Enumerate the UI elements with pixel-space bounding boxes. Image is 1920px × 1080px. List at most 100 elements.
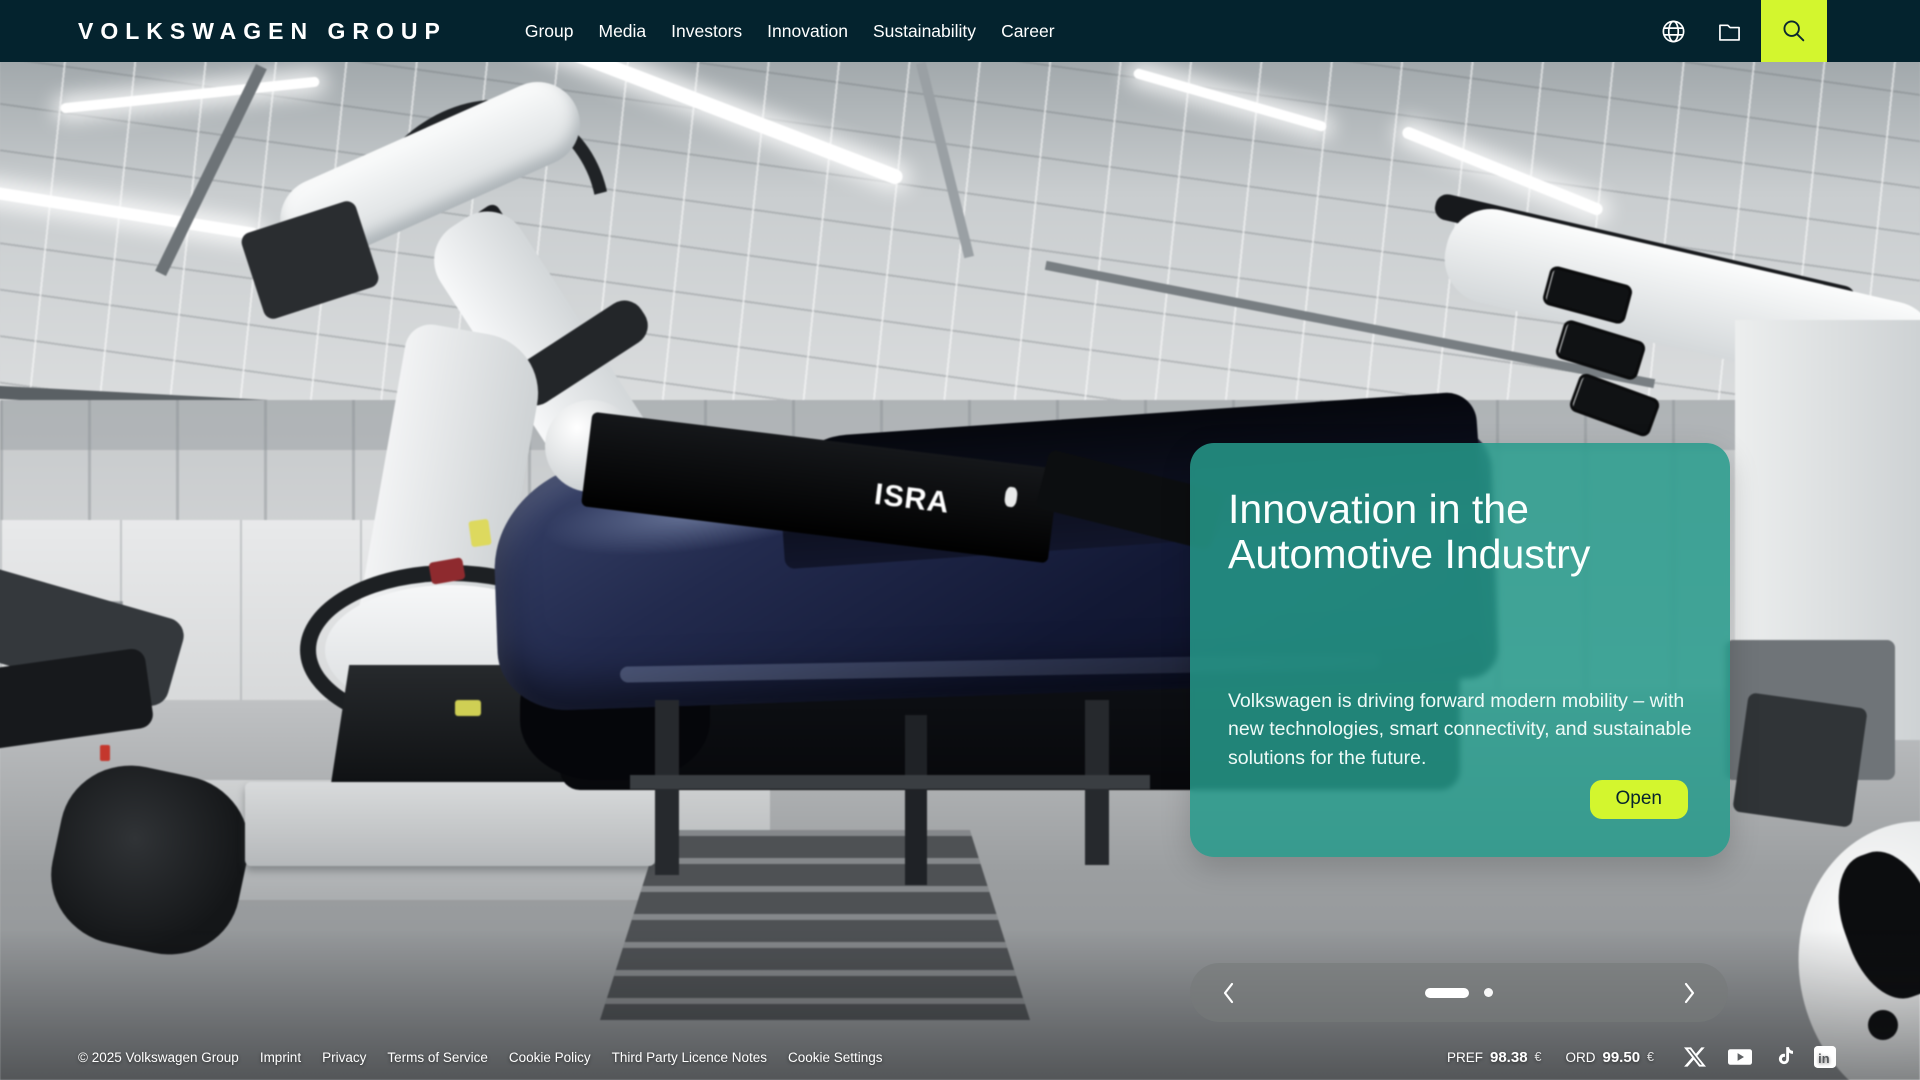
red-clamp [428, 557, 465, 585]
robot-right-arm [1436, 200, 1920, 405]
chevron-left-icon [1219, 981, 1239, 1005]
indicator-lamp [100, 745, 110, 761]
robot-left-rail [473, 202, 724, 568]
top-navigation-bar: VOLKSWAGEN GROUP Group Media Investors I… [0, 0, 1920, 62]
nav-item-media[interactable]: Media [599, 21, 647, 42]
globe-icon [1660, 18, 1687, 45]
carousel-next-button[interactable] [1674, 978, 1704, 1008]
robot-platform [130, 780, 770, 900]
ord-value: 99.50 [1603, 1049, 1641, 1066]
social-links: in [1684, 1046, 1836, 1068]
robot-base-drum [325, 585, 575, 715]
pref-currency: € [1535, 1050, 1542, 1064]
isra-sensor-unit: ISRA [581, 412, 1059, 564]
search-button[interactable] [1761, 0, 1827, 62]
main-nav: Group Media Investors Innovation Sustain… [525, 21, 1055, 42]
ceiling-light-strip [1132, 68, 1327, 133]
footer-right: PREF 98.38 € ORD 99.50 € i [1447, 1046, 1836, 1068]
nav-item-investors[interactable]: Investors [671, 21, 742, 42]
robot-base-cone [330, 665, 570, 790]
robot-base-plinth [245, 782, 655, 866]
robot-right-paddle [1541, 265, 1633, 326]
stock-ticker-pref[interactable]: PREF 98.38 € [1447, 1049, 1542, 1066]
footer-bar: © 2025 Volkswagen Group Imprint Privacy … [0, 1034, 1920, 1080]
robot-left-band [505, 293, 656, 413]
foreground-machine [0, 647, 155, 753]
footer-link-terms[interactable]: Terms of Service [387, 1050, 488, 1065]
wall-marking: 07 [78, 592, 125, 640]
robot-left-forearm [419, 196, 717, 584]
header-actions [1649, 0, 1827, 62]
isra-equipment-label: ISRA [873, 477, 952, 520]
ceiling-light-strip [0, 182, 259, 241]
robot-left-mast [352, 320, 547, 669]
lift-post [1085, 700, 1109, 865]
chevron-right-icon [1679, 981, 1699, 1005]
pref-label: PREF [1447, 1050, 1483, 1065]
right-wall-panel [1735, 320, 1920, 740]
search-icon [1780, 17, 1808, 45]
foreground-machine [0, 560, 188, 710]
robot-left-head [239, 199, 381, 322]
svg-text:in: in [1818, 1051, 1830, 1066]
robot-left-upper-arm [267, 69, 594, 276]
red-clamp [518, 622, 552, 648]
ceiling-beam [155, 64, 267, 276]
robot-right-paddle [1554, 318, 1647, 381]
conveyor-track [600, 830, 1030, 1020]
x-twitter-icon[interactable] [1684, 1046, 1706, 1068]
nav-item-innovation[interactable]: Innovation [767, 21, 848, 42]
lift-post [655, 700, 679, 875]
ceiling [0, 0, 1920, 430]
stock-ticker-ord[interactable]: ORD 99.50 € [1566, 1049, 1655, 1066]
machinery-block [1732, 692, 1868, 828]
footer-link-cookie-policy[interactable]: Cookie Policy [509, 1050, 591, 1065]
language-button[interactable] [1649, 0, 1697, 62]
lift-post [905, 715, 927, 885]
cable-bundle [38, 752, 261, 968]
linkedin-icon[interactable]: in [1814, 1046, 1836, 1068]
youtube-icon[interactable] [1727, 1047, 1753, 1067]
robot-cable-arc [299, 52, 661, 428]
ceiling-light-strip [60, 76, 320, 113]
slide-title: Innovation in the Automotive Industry [1228, 487, 1692, 577]
tiktok-icon[interactable] [1774, 1047, 1793, 1068]
car-wheel-arch [520, 630, 710, 780]
machinery-block [1725, 640, 1895, 780]
lift-beam [630, 775, 1150, 789]
documents-button[interactable] [1705, 0, 1753, 62]
carousel-indicators [1190, 963, 1728, 1022]
pref-value: 98.38 [1490, 1049, 1528, 1066]
hero-slide-card: Innovation in the Automotive Industry Vo… [1190, 443, 1730, 857]
footer-link-cookie-settings[interactable]: Cookie Settings [788, 1050, 883, 1065]
wall-marking: 07 [6, 588, 53, 636]
ceiling-beam [0, 384, 490, 424]
sensor-lens [1004, 486, 1018, 507]
nav-item-group[interactable]: Group [525, 21, 574, 42]
robot-base-cable-ring [300, 565, 600, 735]
carousel-indicator[interactable] [1484, 988, 1493, 997]
copyright-text: © 2025 Volkswagen Group [78, 1050, 239, 1065]
robot-wrist [545, 400, 637, 492]
robot-right-rail [1433, 192, 1858, 314]
carousel-prev-button[interactable] [1214, 978, 1244, 1008]
blue-panel [560, 555, 596, 665]
volkswagen-group-logo[interactable]: VOLKSWAGEN GROUP [78, 18, 447, 45]
open-button[interactable]: Open [1590, 780, 1688, 819]
ord-currency: € [1647, 1050, 1654, 1064]
warning-label [468, 519, 491, 548]
footer-link-privacy[interactable]: Privacy [322, 1050, 366, 1065]
volkswagen-group-homepage: 07 07 [0, 0, 1920, 1080]
ceiling-beam [1045, 261, 1655, 388]
robot-shoulder-slot [1822, 839, 1920, 1011]
ord-label: ORD [1566, 1050, 1596, 1065]
warning-label [455, 700, 481, 716]
carousel-indicator-active[interactable] [1425, 988, 1469, 998]
robot-right-paddle [1568, 372, 1662, 439]
nav-item-sustainability[interactable]: Sustainability [873, 21, 976, 42]
nav-item-career[interactable]: Career [1001, 21, 1055, 42]
hero-carousel-controls [1190, 963, 1728, 1022]
footer-link-imprint[interactable]: Imprint [260, 1050, 301, 1065]
footer-link-licence-notes[interactable]: Third Party Licence Notes [612, 1050, 767, 1065]
footer-links: © 2025 Volkswagen Group Imprint Privacy … [78, 1050, 883, 1065]
